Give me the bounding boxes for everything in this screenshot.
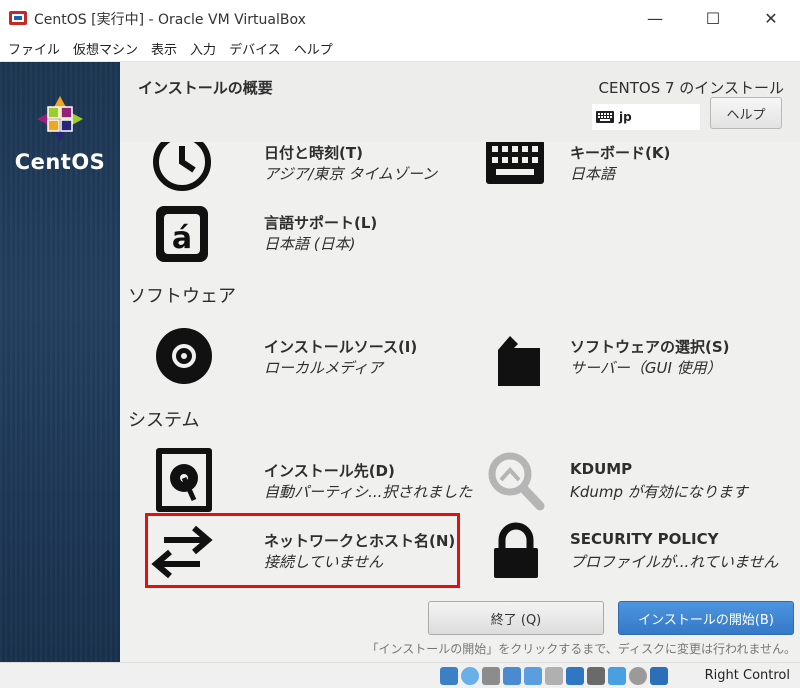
host-key-label: Right Control bbox=[704, 668, 790, 683]
menu-devices[interactable]: デバイス bbox=[229, 39, 281, 58]
minimize-button[interactable]: — bbox=[626, 0, 684, 36]
disc-icon bbox=[156, 328, 212, 384]
spoke-install-source-status: ローカルメディア bbox=[264, 359, 383, 377]
spoke-install-destination-status: 自動パーティシ...択されました bbox=[264, 483, 473, 501]
vm-statusbar: Right Control bbox=[0, 662, 800, 688]
keyboard-small-icon bbox=[596, 111, 614, 123]
menu-help[interactable]: ヘルプ bbox=[294, 39, 333, 58]
keyboard-layout-value: jp bbox=[619, 110, 632, 124]
spoke-datetime-status: アジア/東京 タイムゾーン bbox=[264, 165, 438, 183]
package-icon bbox=[498, 336, 540, 386]
spoke-security-policy[interactable]: SECURITY POLICY プロファイルが...れていません bbox=[482, 520, 800, 580]
shared-folders-status-icon[interactable] bbox=[545, 667, 563, 685]
spoke-keyboard-title: キーボード(K) bbox=[570, 144, 671, 162]
spoke-language-status: 日本語 (日本) bbox=[264, 235, 356, 253]
spoke-security-policy-status: プロファイルが...れていません bbox=[570, 553, 779, 571]
installation-summary: 日付と時刻(T) アジア/東京 タイムゾーン キーボード(K) 日本語 á 言語 bbox=[120, 62, 800, 662]
language-icon: á bbox=[156, 206, 208, 262]
installer-sidebar: CentOS bbox=[0, 62, 120, 662]
help-button[interactable]: ヘルプ bbox=[710, 97, 782, 129]
maximize-button[interactable]: ☐ bbox=[684, 0, 742, 36]
hard-disk-icon bbox=[156, 448, 212, 512]
window-title: CentOS [実行中] - Oracle VM VirtualBox bbox=[34, 12, 306, 28]
keyboard-capture-status-icon[interactable] bbox=[650, 667, 668, 685]
recording-status-icon[interactable] bbox=[587, 667, 605, 685]
spoke-install-destination[interactable]: インストール先(D) 自動パーティシ...択されました bbox=[150, 448, 480, 512]
audio-status-icon[interactable] bbox=[482, 667, 500, 685]
footer-note: 「インストールの開始」をクリックするまで、ディスクに変更は行われません。 bbox=[366, 642, 796, 656]
mouse-integration-status-icon[interactable] bbox=[629, 667, 647, 685]
close-button[interactable]: ✕ bbox=[742, 0, 800, 36]
spoke-install-source-title: インストールソース(I) bbox=[264, 338, 418, 356]
spoke-security-policy-title: SECURITY POLICY bbox=[570, 530, 719, 548]
usb-status-icon[interactable] bbox=[524, 667, 542, 685]
virtualbox-icon bbox=[9, 11, 27, 25]
spoke-install-destination-title: インストール先(D) bbox=[264, 462, 395, 480]
lock-icon bbox=[494, 522, 538, 578]
statusbar-icons bbox=[440, 667, 671, 685]
hard-disk-status-icon[interactable] bbox=[440, 667, 458, 685]
install-title: CENTOS 7 のインストール bbox=[598, 79, 784, 97]
network-highlight-box bbox=[145, 513, 460, 588]
menu-view[interactable]: 表示 bbox=[151, 39, 177, 58]
spoke-language-title: 言語サポート(L) bbox=[264, 214, 378, 232]
display-status-icon[interactable] bbox=[566, 667, 584, 685]
spoke-datetime-title: 日付と時刻(T) bbox=[264, 144, 363, 162]
optical-drive-status-icon[interactable] bbox=[461, 667, 479, 685]
spoke-kdump[interactable]: KDUMP Kdump が有効になります bbox=[482, 448, 800, 511]
spoke-install-source[interactable]: インストールソース(I) ローカルメディア bbox=[150, 326, 480, 386]
spoke-keyboard-status: 日本語 bbox=[570, 165, 616, 183]
window-titlebar: CentOS [実行中] - Oracle VM VirtualBox — ☐ … bbox=[0, 0, 800, 36]
spoke-software-selection[interactable]: ソフトウェアの選択(S) サーバー（GUI 使用） bbox=[482, 326, 800, 386]
menu-bar: ファイル 仮想マシン 表示 入力 デバイス ヘルプ bbox=[0, 36, 800, 62]
centos-logo-icon bbox=[37, 96, 83, 142]
page-title: インストールの概要 bbox=[138, 79, 273, 97]
keyboard-layout-indicator[interactable]: jp bbox=[592, 104, 700, 130]
spoke-kdump-status: Kdump が有効になります bbox=[570, 483, 748, 501]
begin-installation-button[interactable]: インストールの開始(B) bbox=[618, 601, 794, 635]
centos-logo-text: CentOS bbox=[14, 150, 106, 174]
menu-machine[interactable]: 仮想マシン bbox=[73, 39, 138, 58]
spoke-software-selection-status: サーバー（GUI 使用） bbox=[570, 359, 722, 377]
guest-screen: CentOS 日付と時刻(T) アジア/東京 タイムゾーン キーボード(K) 日… bbox=[0, 62, 800, 662]
spoke-software-selection-title: ソフトウェアの選択(S) bbox=[570, 338, 730, 356]
virtualization-status-icon[interactable] bbox=[608, 667, 626, 685]
spoke-language[interactable]: á 言語サポート(L) 日本語 (日本) bbox=[150, 202, 480, 262]
network-status-icon[interactable] bbox=[503, 667, 521, 685]
svg-text:á: á bbox=[172, 221, 192, 256]
installer-header: インストールの概要 CENTOS 7 のインストール jp ヘルプ bbox=[120, 62, 800, 142]
section-software: ソフトウェア bbox=[128, 286, 236, 307]
spoke-kdump-title: KDUMP bbox=[570, 460, 633, 478]
menu-file[interactable]: ファイル bbox=[8, 39, 60, 58]
section-system: システム bbox=[128, 410, 200, 431]
magnifier-icon bbox=[488, 452, 545, 511]
quit-button[interactable]: 終了 (Q) bbox=[428, 601, 604, 635]
menu-input[interactable]: 入力 bbox=[190, 39, 216, 58]
